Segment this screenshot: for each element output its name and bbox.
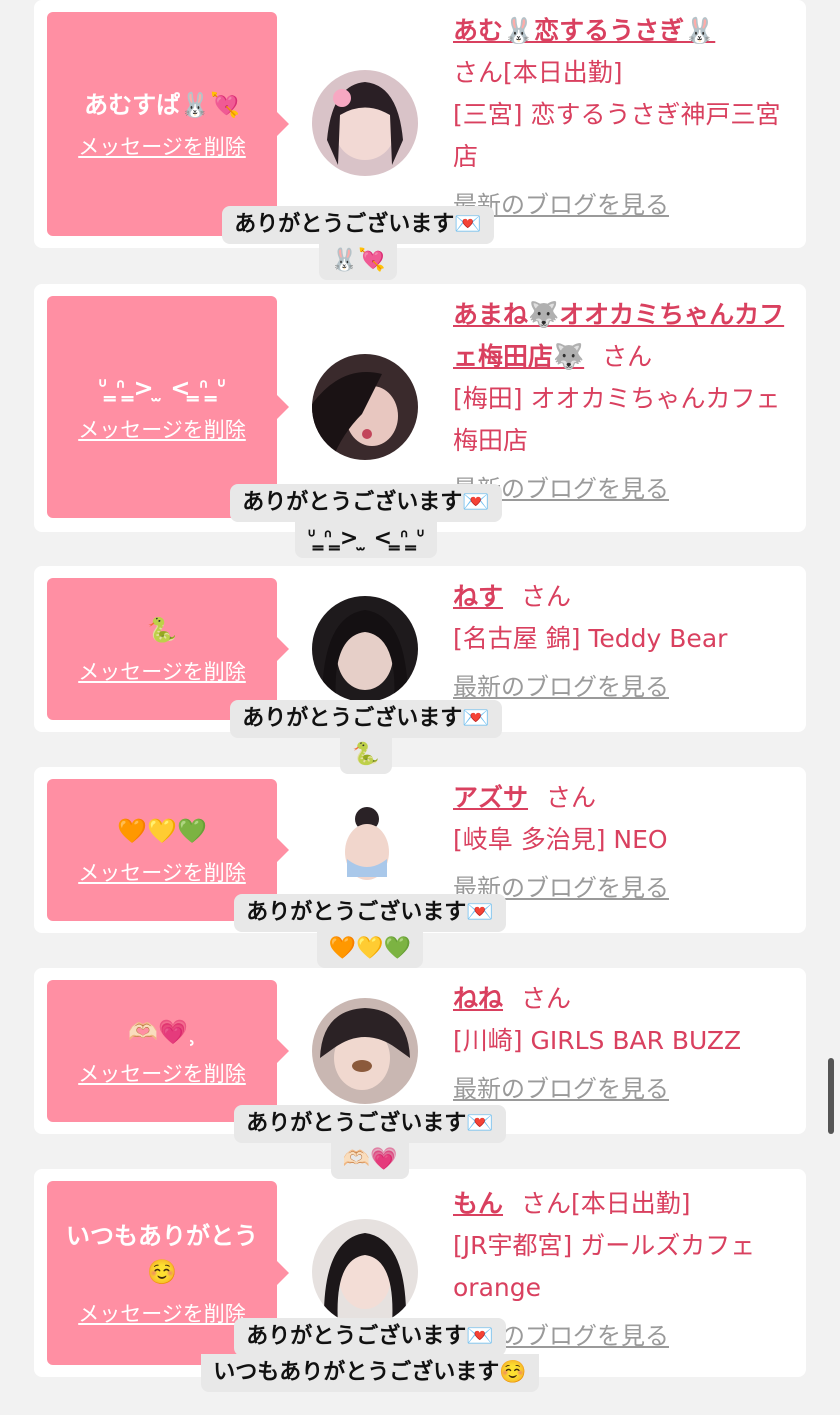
message-bubble: 🐍 メッセージを削除: [47, 578, 289, 720]
toast-notification: ありがとうございます💌 🧡💛💚: [212, 894, 528, 968]
avatar[interactable]: [312, 596, 418, 702]
toast-text: ありがとうございます💌: [234, 1318, 506, 1356]
delete-message-link[interactable]: メッセージを削除: [78, 656, 246, 686]
toast-subtext: 🧡💛💚: [316, 930, 424, 968]
message-text: ᐡ ̳ᐢ ̳> ̫ < ̳ᐢ ̳ᐡ: [97, 374, 227, 402]
toast-text: ありがとうございます💌: [230, 700, 502, 738]
delete-message-link[interactable]: メッセージを削除: [78, 131, 246, 161]
honorific: さん: [521, 1189, 572, 1218]
toast-subtext: 🐍: [340, 736, 392, 774]
honorific: さん: [521, 582, 572, 611]
cast-info: あむ🐰恋するうさぎ🐰 さん[本日出勤] [三宮] 恋するうさぎ神戸三宮店 最新の…: [453, 10, 793, 226]
shop-name: [川崎] GIRLS BAR BUZZ: [453, 1026, 742, 1055]
honorific: さん: [546, 783, 597, 812]
shop-name: [三宮] 恋するうさぎ神戸三宮店: [453, 100, 781, 171]
message-bubble: 🫶🏻💗⸒ メッセージを削除: [47, 980, 289, 1122]
honorific: さん: [602, 342, 653, 371]
honorific: さん: [521, 984, 572, 1013]
message-text: いつもありがとう☺️: [66, 1222, 258, 1286]
shop-name: [梅田] オオカミちゃんカフェ梅田店: [453, 384, 781, 455]
avatar[interactable]: [312, 797, 418, 903]
shop-name: [JR宇都宮] ガールズカフェorange: [453, 1231, 756, 1302]
toast-subtext: いつもありがとうございます☺️: [201, 1354, 539, 1392]
cast-info: ねす さん [名古屋 錦] Teddy Bear 最新のブログを見る: [453, 576, 793, 708]
cast-name-link[interactable]: アズサ: [453, 783, 528, 812]
cast-name-link[interactable]: あむ🐰恋するうさぎ🐰: [453, 16, 715, 45]
message-text: 🫶🏻💗⸒: [128, 1018, 196, 1046]
toast-notification: ありがとうございます💌 🐍: [208, 700, 524, 774]
avatar[interactable]: [312, 354, 418, 460]
blog-link[interactable]: 最新のブログを見る: [453, 673, 669, 701]
toast-notification: ありがとうございます💌 いつもありがとうございます☺️: [170, 1318, 570, 1392]
toast-subtext: 🐰💘: [318, 242, 398, 280]
toast-subtext: 🫶🏻💗: [330, 1141, 410, 1179]
delete-message-link[interactable]: メッセージを削除: [78, 857, 246, 887]
shop-name: [名古屋 錦] Teddy Bear: [453, 624, 728, 653]
blog-link[interactable]: 最新のブログを見る: [453, 1075, 669, 1103]
toast-text: ありがとうございます💌: [234, 1105, 506, 1143]
scrollbar[interactable]: [828, 1058, 834, 1134]
toast-notification: ありがとうございます💌 🫶🏻💗: [212, 1105, 528, 1179]
cast-name-link[interactable]: ねす: [453, 582, 503, 611]
cast-name-link[interactable]: ねね: [453, 984, 503, 1013]
cast-info: ねね さん [川崎] GIRLS BAR BUZZ 最新のブログを見る: [453, 978, 793, 1110]
message-text: 🐍: [147, 616, 177, 644]
avatar[interactable]: [312, 1219, 418, 1325]
toast-text: ありがとうございます💌: [222, 206, 494, 244]
cast-info: あまね🐺オオカミちゃんカフェ梅田店🐺 さん [梅田] オオカミちゃんカフェ梅田店 …: [453, 294, 793, 510]
message-text: あむすぱ🐰💘: [84, 91, 240, 119]
toast-text: ありがとうございます💌: [234, 894, 506, 932]
toast-subtext: ᐡ ̳ᐢ ̳> ̫ < ̳ᐢ ̳ᐡ: [295, 520, 437, 558]
message-bubble: あむすぱ🐰💘 メッセージを削除: [47, 12, 289, 236]
message-text: 🧡💛💚: [117, 817, 207, 845]
avatar[interactable]: [312, 998, 418, 1104]
delete-message-link[interactable]: メッセージを削除: [78, 1058, 246, 1088]
delete-message-link[interactable]: メッセージを削除: [78, 414, 246, 444]
avatar[interactable]: [312, 70, 418, 176]
attendance-status: [本日出勤]: [503, 58, 623, 87]
attendance-status: [本日出勤]: [571, 1189, 691, 1218]
honorific: さん: [453, 58, 504, 87]
cast-name-link[interactable]: もん: [453, 1189, 503, 1218]
toast-notification: ありがとうございます💌 ᐡ ̳ᐢ ̳> ̫ < ̳ᐢ ̳ᐡ: [208, 484, 524, 558]
toast-notification: ありがとうございます💌 🐰💘: [200, 206, 516, 280]
shop-name: [岐阜 多治見] NEO: [453, 825, 668, 854]
toast-text: ありがとうございます💌: [230, 484, 502, 522]
cast-info: アズサ さん [岐阜 多治見] NEO 最新のブログを見る: [453, 777, 793, 909]
